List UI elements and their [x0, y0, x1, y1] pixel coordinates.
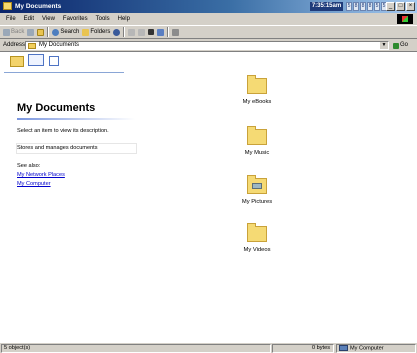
folder-icon: [247, 75, 267, 94]
address-bar: Address My Documents ▼ Go: [0, 39, 417, 52]
status-location: My Computer: [336, 344, 416, 353]
copy-to-button[interactable]: [138, 28, 146, 36]
views-button[interactable]: [172, 28, 180, 36]
delete-button[interactable]: [148, 29, 155, 35]
toolbar-separator: [167, 27, 170, 37]
forward-button[interactable]: [27, 28, 35, 36]
link-my-computer[interactable]: My Computer: [17, 181, 51, 187]
back-label: Back: [11, 29, 25, 35]
menu-tools[interactable]: Tools: [96, 14, 110, 24]
taskbar-stats: 5 8 8 8 5 5: [346, 2, 387, 11]
copy-to-icon: [138, 28, 146, 36]
title-bar[interactable]: My Documents 7:35:15am 5 8 8 8 5 5 _ □ ×: [0, 0, 417, 13]
file-item-my-pictures[interactable]: My Pictures: [232, 175, 282, 205]
search-label: Search: [60, 29, 80, 35]
close-button[interactable]: ×: [406, 2, 415, 11]
history-icon: [113, 28, 121, 36]
folder-banner: [4, 52, 124, 88]
file-label: My Videos: [243, 247, 271, 253]
search-button[interactable]: Search: [52, 28, 80, 36]
status-size: 0 bytes: [272, 344, 334, 353]
status-location-label: My Computer: [350, 345, 384, 352]
undo-icon: [157, 28, 165, 36]
address-value: My Documents: [39, 42, 80, 48]
back-arrow-icon: [3, 28, 10, 36]
toolbar: Back Search Folders: [0, 25, 417, 39]
computer-icon: [339, 345, 348, 351]
pane-prompt: Select an item to view its description.: [17, 128, 109, 134]
file-item-my-videos[interactable]: My Videos: [232, 223, 282, 253]
title-divider: [17, 118, 135, 120]
views-icon: [172, 28, 180, 36]
go-arrow-icon: [393, 42, 399, 49]
undo-button[interactable]: [157, 28, 165, 36]
folder-icon: [247, 126, 267, 145]
folder-title: My Documents: [17, 102, 96, 114]
menu-view[interactable]: View: [42, 14, 55, 24]
up-folder-icon: [37, 28, 45, 36]
file-label: My eBooks: [242, 99, 272, 105]
status-objects: 5 object(s): [1, 344, 271, 353]
stat-item: 8: [353, 2, 359, 11]
address-dropdown-button[interactable]: ▼: [380, 42, 388, 49]
go-label: Go: [400, 42, 409, 48]
menu-favorites[interactable]: Favorites: [63, 14, 88, 24]
folder-icon: [3, 2, 12, 10]
see-also-label: See also:: [17, 163, 41, 169]
address-label: Address: [3, 42, 26, 48]
status-bar: 5 object(s) 0 bytes My Computer: [0, 342, 417, 353]
move-to-icon: [128, 28, 136, 36]
windows-logo-icon: [397, 14, 413, 24]
banner-document-icon: [49, 56, 59, 66]
forward-arrow-icon: [27, 28, 35, 36]
history-button[interactable]: [113, 28, 121, 36]
menu-bar: File Edit View Favorites Tools Help: [0, 13, 417, 25]
menu-edit[interactable]: Edit: [24, 14, 34, 24]
go-button[interactable]: Go: [393, 41, 408, 50]
link-my-network-places[interactable]: My Network Places: [17, 172, 65, 178]
file-label: My Pictures: [241, 199, 273, 205]
banner-line: [4, 72, 124, 73]
pictures-folder-icon: [247, 175, 267, 194]
file-item-my-ebooks[interactable]: My eBooks: [232, 75, 282, 105]
toolbar-separator: [47, 27, 50, 37]
folders-button[interactable]: Folders: [82, 28, 111, 36]
up-folder-button[interactable]: [37, 28, 45, 36]
content-area: My Documents Select an item to view its …: [0, 52, 417, 342]
file-item-my-music[interactable]: My Music: [232, 126, 282, 156]
clock: 7:35:15am: [310, 2, 343, 11]
address-input[interactable]: My Documents ▼: [25, 41, 389, 50]
stat-item: 5: [374, 2, 380, 11]
delete-icon: [148, 29, 155, 35]
folder-icon: [28, 43, 36, 49]
folders-label: Folders: [90, 29, 111, 35]
maximize-button[interactable]: □: [396, 2, 405, 11]
back-button[interactable]: Back: [3, 28, 25, 36]
search-icon: [52, 28, 60, 36]
banner-document-icon: [28, 54, 44, 66]
folders-icon: [82, 28, 90, 36]
file-label: My Music: [244, 150, 270, 156]
stat-item: 8: [367, 2, 373, 11]
pane-description: Stores and manages documents: [17, 145, 98, 151]
menu-help[interactable]: Help: [118, 14, 130, 24]
menu-file[interactable]: File: [6, 14, 16, 24]
minimize-button[interactable]: _: [386, 2, 395, 11]
stat-item: 5: [346, 2, 352, 11]
folder-icon: [247, 223, 267, 242]
banner-folder-icon: [10, 56, 24, 67]
move-to-button[interactable]: [128, 28, 136, 36]
window-title: My Documents: [15, 3, 62, 10]
stat-item: 8: [360, 2, 366, 11]
toolbar-separator: [123, 27, 126, 37]
